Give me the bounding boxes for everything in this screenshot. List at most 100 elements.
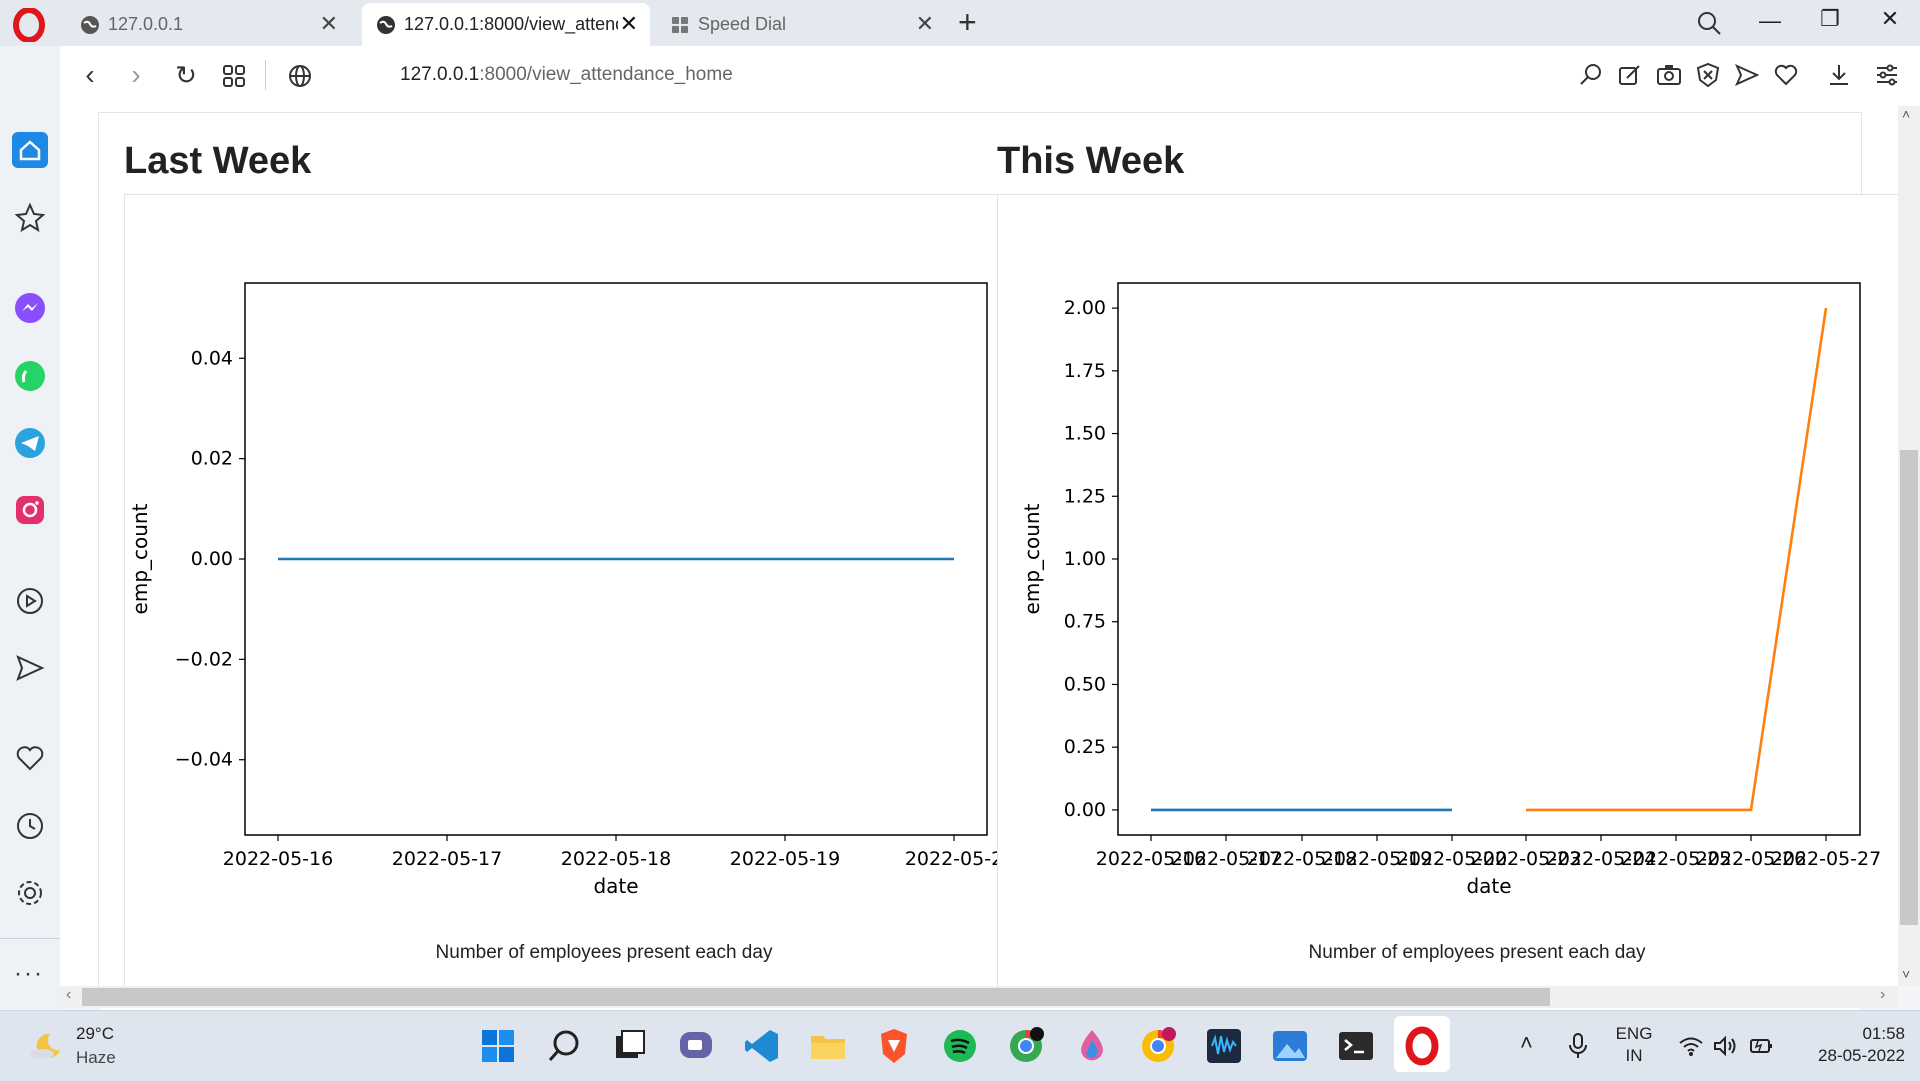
- telegram-icon[interactable]: [10, 423, 50, 463]
- settings-gear-icon[interactable]: [10, 873, 50, 913]
- scroll-down-arrow-icon[interactable]: ˅: [1902, 966, 1910, 982]
- start-windows-icon[interactable]: [478, 1026, 518, 1066]
- x-tick-label: 2022-05-17: [392, 848, 502, 870]
- teams-chat-icon[interactable]: [676, 1026, 716, 1066]
- y-tick-label: 1.25: [1064, 485, 1106, 507]
- x-tick-label: 2022-05-2: [905, 848, 997, 870]
- more-icon[interactable]: ···: [14, 960, 44, 988]
- battery-icon[interactable]: [1748, 1034, 1774, 1058]
- y-tick-label: 0.75: [1064, 611, 1106, 633]
- last-week-heading: Last Week: [124, 140, 312, 182]
- globe-icon: [81, 15, 99, 34]
- language-bottom[interactable]: IN: [1614, 1046, 1654, 1066]
- opera-icon[interactable]: [1402, 1026, 1442, 1066]
- easy-setup-icon[interactable]: [1874, 62, 1900, 88]
- scroll-up-arrow-icon[interactable]: ˄: [1902, 106, 1910, 122]
- clock-date[interactable]: 28-05-2022: [1775, 1046, 1905, 1066]
- globe-icon[interactable]: [288, 64, 312, 88]
- restore-icon[interactable]: ❐: [1810, 6, 1850, 32]
- y-tick-label: 0.00: [1064, 799, 1106, 821]
- wifi-icon[interactable]: [1678, 1034, 1704, 1058]
- language-top[interactable]: ENG: [1614, 1024, 1654, 1044]
- photos-icon[interactable]: [1270, 1026, 1310, 1066]
- plot-area-frame: [1117, 282, 1861, 836]
- tab-speed-dial[interactable]: Speed Dial ✕: [656, 3, 946, 46]
- vertical-scroll-thumb[interactable]: [1900, 450, 1918, 925]
- bookmarks-heart-icon[interactable]: [10, 738, 50, 778]
- y-tick-label: 1.00: [1064, 548, 1106, 570]
- volume-icon[interactable]: [1712, 1034, 1738, 1058]
- search-icon[interactable]: [545, 1026, 585, 1066]
- paint-drop-icon[interactable]: [1072, 1026, 1112, 1066]
- clock-time[interactable]: 01:58: [1795, 1024, 1905, 1044]
- y-tick-label: 2.00: [1064, 297, 1106, 319]
- terminal-icon[interactable]: [1336, 1026, 1376, 1066]
- microphone-icon[interactable]: [1566, 1032, 1590, 1060]
- camera-icon[interactable]: [1656, 62, 1682, 88]
- close-tab-icon[interactable]: ✕: [620, 11, 638, 37]
- y-axis-label: emp_count: [1020, 503, 1044, 614]
- forward-icon[interactable]: ›: [118, 60, 154, 90]
- horizontal-scroll-thumb[interactable]: [82, 988, 1550, 1006]
- speed-dial-icon: [672, 16, 688, 33]
- y-tick-label: 0.50: [1064, 673, 1106, 695]
- back-icon[interactable]: ‹: [72, 60, 108, 90]
- file-explorer-icon[interactable]: [808, 1026, 848, 1066]
- new-tab-button[interactable]: +: [958, 4, 977, 41]
- y-tick-label: 0.02: [191, 448, 233, 470]
- heart-icon[interactable]: [1773, 62, 1799, 88]
- close-window-icon[interactable]: ✕: [1870, 6, 1910, 32]
- this-week-caption: Number of employees present each day: [1308, 942, 1646, 963]
- series-line: [1526, 307, 1828, 812]
- chrome-icon[interactable]: [1006, 1026, 1046, 1066]
- download-icon[interactable]: [1826, 62, 1852, 88]
- send-icon[interactable]: [1734, 62, 1760, 88]
- vscode-icon[interactable]: [742, 1026, 782, 1066]
- instagram-icon[interactable]: [10, 490, 50, 530]
- divider: [265, 60, 266, 90]
- x-tick-label: 2022-05-18: [561, 848, 671, 870]
- y-tick-label: 1.50: [1064, 423, 1106, 445]
- flow-send-icon[interactable]: [10, 648, 50, 688]
- tabs-grid-icon[interactable]: [222, 64, 246, 88]
- this-week-heading: This Week: [997, 140, 1185, 182]
- minimize-icon[interactable]: —: [1750, 8, 1790, 34]
- speed-dial-star-icon[interactable]: [10, 198, 50, 238]
- x-axis-label: date: [1466, 874, 1511, 898]
- history-clock-icon[interactable]: [10, 806, 50, 846]
- x-axis-label: date: [593, 874, 638, 898]
- tab-label: 127.0.0.1: [108, 14, 184, 34]
- last-week-chart: 0.04 0.02 0.00 −0.02 −0.04 2022-05-16 2022-05-…: [128, 282, 997, 898]
- adblock-icon[interactable]: [1695, 62, 1721, 88]
- spotify-icon[interactable]: [940, 1026, 980, 1066]
- zoom-icon[interactable]: [1578, 62, 1604, 88]
- y-tick-label: 0.00: [191, 548, 233, 570]
- player-icon[interactable]: [10, 581, 50, 621]
- scroll-right-arrow-icon[interactable]: ›: [1880, 986, 1885, 1004]
- x-tick-label: 2022-05-16: [223, 848, 333, 870]
- messenger-icon[interactable]: [10, 288, 50, 328]
- edit-icon[interactable]: [1617, 62, 1643, 88]
- brave-icon[interactable]: [874, 1026, 914, 1066]
- scroll-left-arrow-icon[interactable]: ‹: [66, 986, 71, 1004]
- url-path: :8000/view_attendance_home: [479, 64, 733, 85]
- url-field[interactable]: 127.0.0.1:8000/view_attendance_home: [400, 64, 733, 86]
- home-icon[interactable]: [10, 130, 50, 170]
- show-hidden-icons-icon[interactable]: ˄: [1520, 1030, 1533, 1056]
- opera-logo-icon[interactable]: [12, 8, 46, 42]
- audio-wave-icon[interactable]: [1204, 1026, 1244, 1066]
- weather-moon-icon[interactable]: [28, 1030, 64, 1062]
- search-tabs-icon[interactable]: [1696, 10, 1722, 36]
- this-week-chart: 2.00 1.75 1.50 1.25 1.00 0.75 0.50 0.25 0.00 2022…: [1020, 282, 1881, 898]
- tab-label: Speed Dial: [698, 14, 787, 34]
- y-tick-label: 1.75: [1064, 360, 1106, 382]
- reload-icon[interactable]: ↻: [168, 60, 204, 90]
- tab-localhost[interactable]: 127.0.0.1 ✕: [66, 3, 350, 46]
- close-tab-icon[interactable]: ✕: [320, 11, 338, 37]
- tab-view-attendance[interactable]: 127.0.0.1:8000/view_attend ✕: [362, 3, 650, 46]
- task-view-icon[interactable]: [610, 1026, 650, 1066]
- chrome-profile-icon[interactable]: [1138, 1026, 1178, 1066]
- whatsapp-icon[interactable]: [10, 356, 50, 396]
- close-tab-icon[interactable]: ✕: [916, 11, 934, 37]
- y-tick-label: 0.04: [191, 347, 233, 369]
